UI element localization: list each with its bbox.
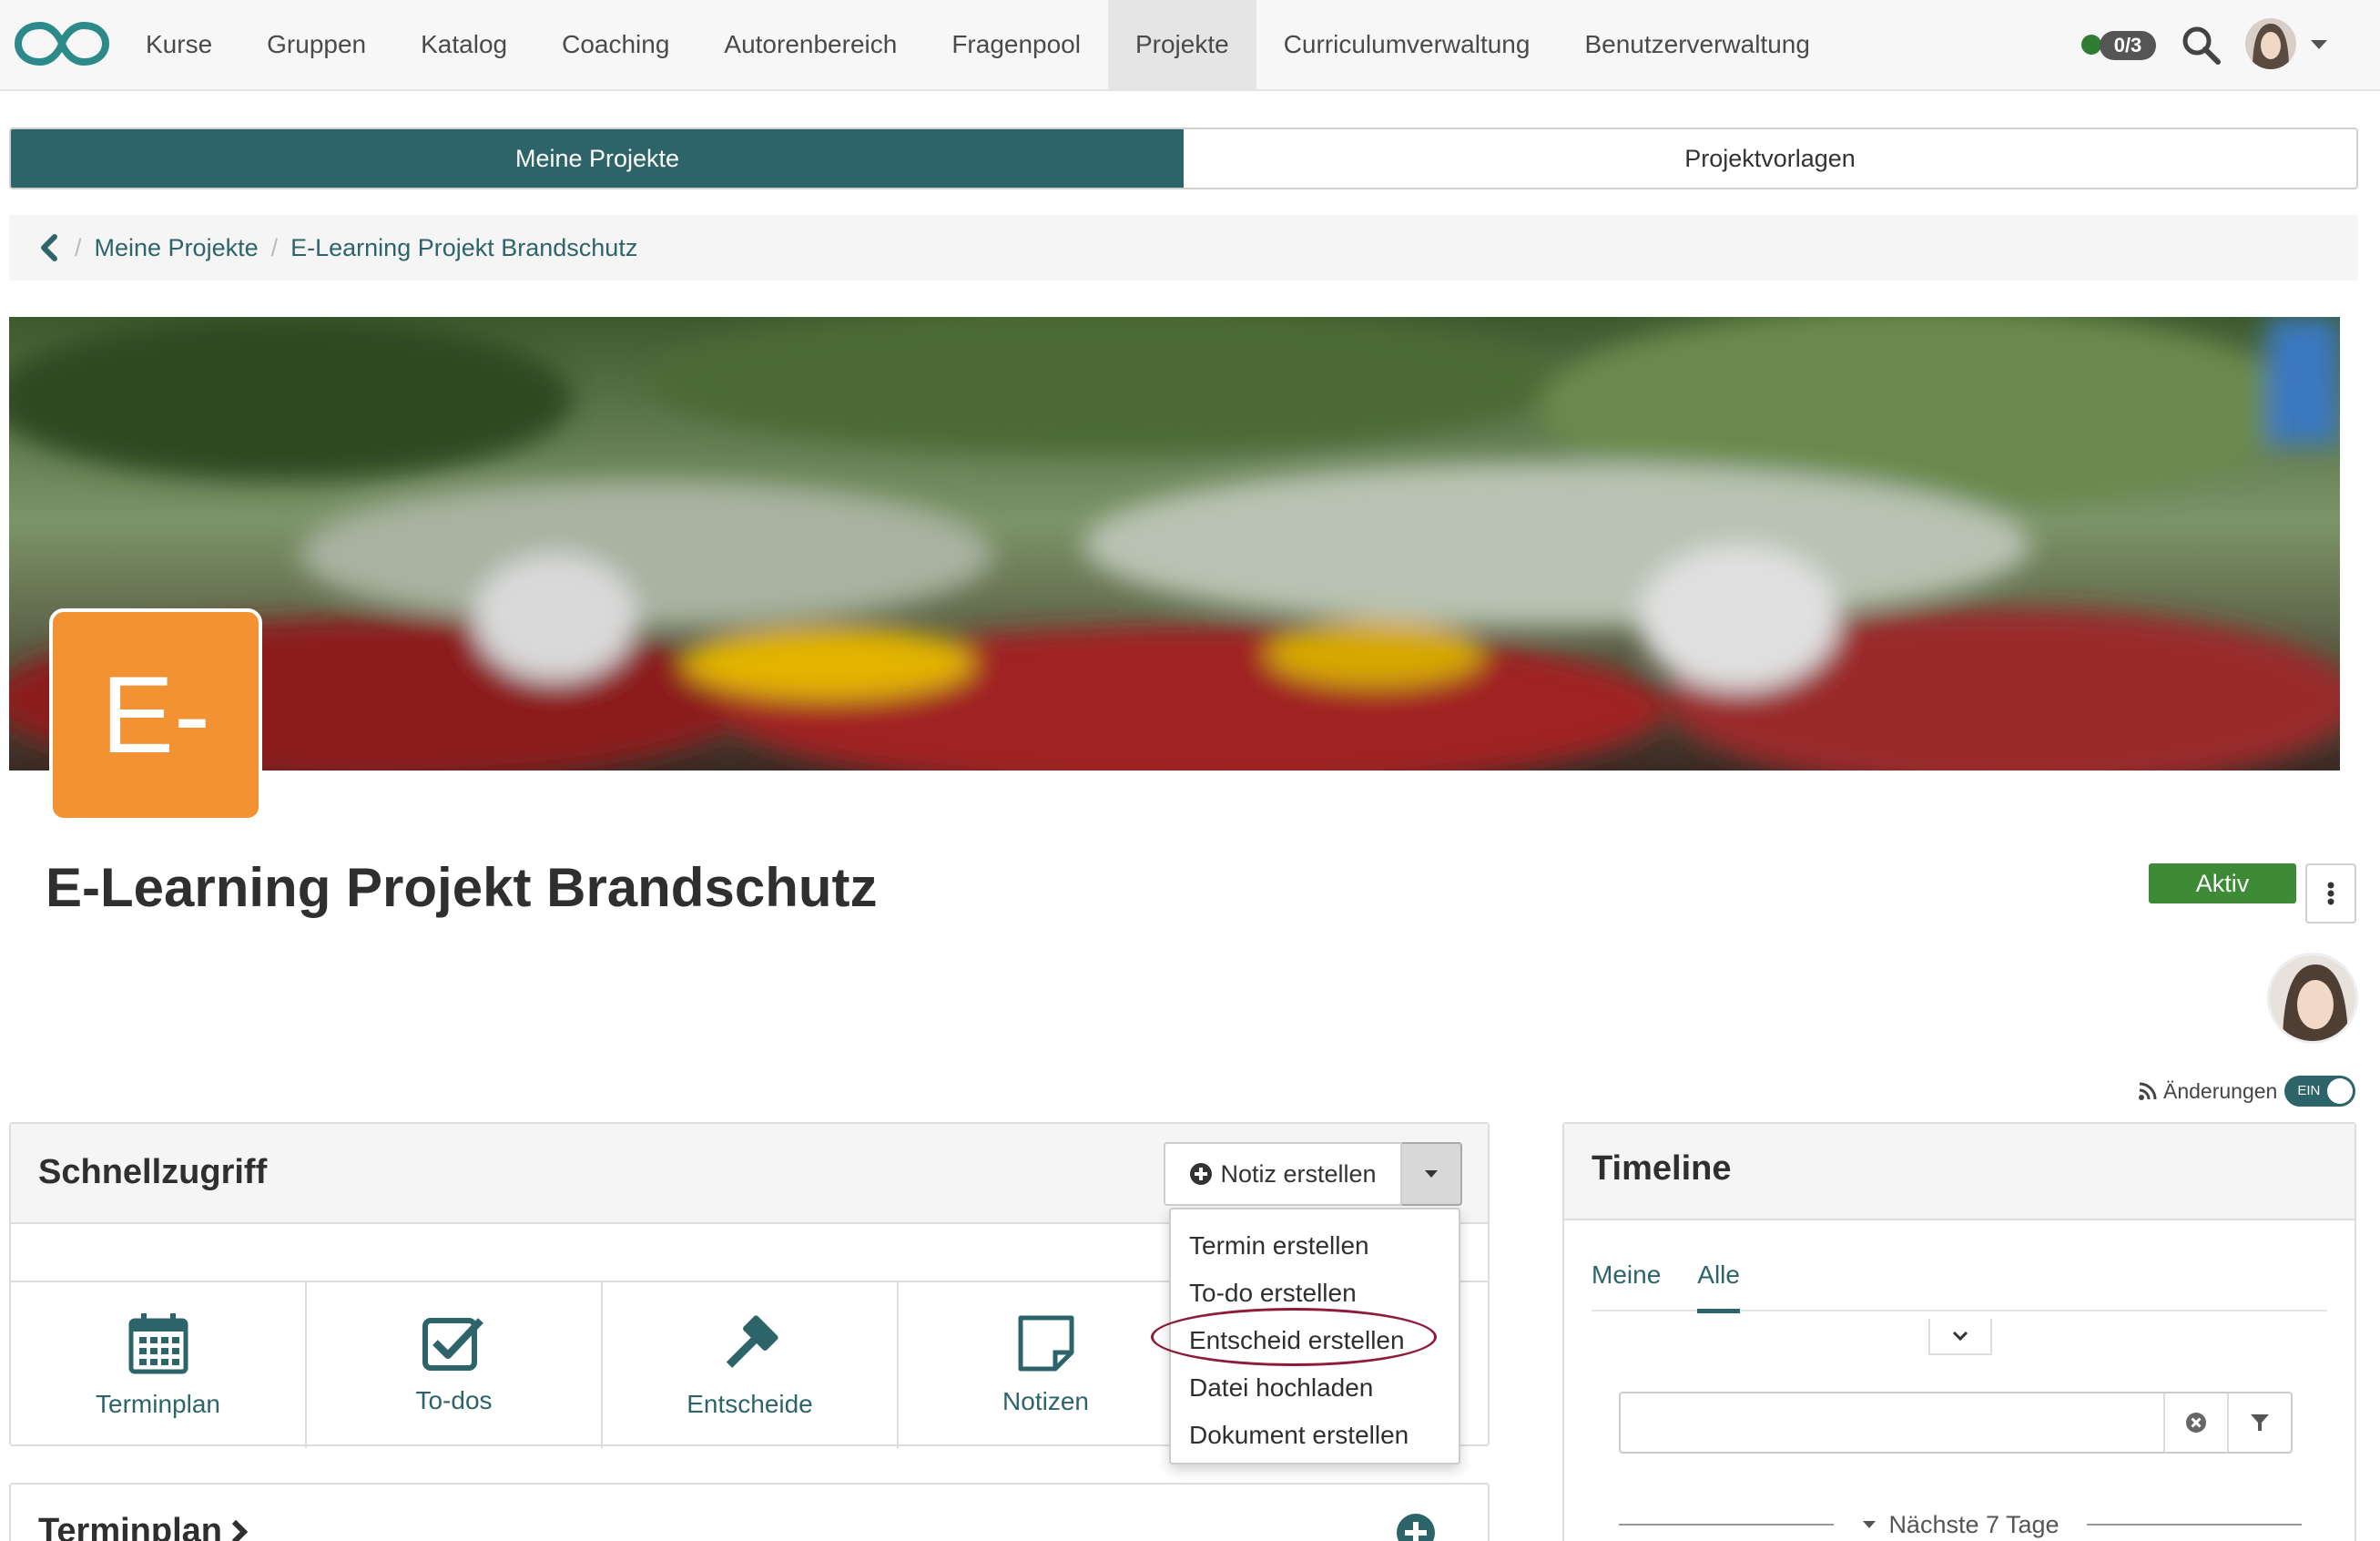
nav-curriculumverwaltung[interactable]: Curriculumverwaltung — [1256, 0, 1558, 89]
timeline-search-input[interactable] — [1621, 1393, 2163, 1452]
toggle-knob — [2327, 1078, 2354, 1104]
create-dropdown-toggle[interactable] — [1402, 1142, 1462, 1206]
filter-button[interactable] — [2227, 1393, 2291, 1452]
changes-feed-toggle: Änderungen EIN — [2138, 1075, 2356, 1107]
schedule-panel: Terminplan — [9, 1483, 1490, 1541]
divider-line — [1619, 1524, 1835, 1526]
section-label: Nächste 7 Tage — [1888, 1510, 2060, 1538]
tab-meine-projekte[interactable]: Meine Projekte — [11, 129, 1184, 188]
tile-todos[interactable]: To-dos — [307, 1282, 603, 1448]
checkbox-checked-icon — [422, 1318, 483, 1371]
user-menu-caret-icon[interactable] — [2311, 40, 2327, 49]
status-badge: Aktiv — [2149, 863, 2296, 903]
calendar-icon — [128, 1313, 188, 1374]
breadcrumb: / Meine Projekte / E-Learning Projekt Br… — [9, 215, 2358, 281]
tile-label: To-dos — [415, 1386, 493, 1414]
sticky-note-icon — [1018, 1315, 1073, 1372]
tab-meine[interactable]: Meine — [1592, 1260, 1661, 1311]
changes-toggle-switch[interactable]: EIN — [2284, 1076, 2356, 1107]
add-appointment-button[interactable] — [1397, 1514, 1435, 1541]
tile-label: Terminplan — [96, 1390, 220, 1418]
openolat-logo-icon[interactable] — [13, 18, 111, 69]
changes-label: Änderungen — [2163, 1078, 2278, 1103]
chevron-right-icon — [231, 1519, 249, 1541]
timeline-section-divider: Nächste 7 Tage — [1619, 1506, 2303, 1541]
tile-notizen[interactable]: Notizen — [899, 1282, 1195, 1448]
tile-label: Notizen — [1002, 1387, 1089, 1415]
nav-katalog[interactable]: Katalog — [393, 0, 534, 89]
menu-item-termin-erstellen[interactable]: Termin erstellen — [1171, 1222, 1459, 1270]
menu-item-datei-hochladen[interactable]: Datei hochladen — [1171, 1364, 1459, 1412]
nav-autorenbereich[interactable]: Autorenbereich — [697, 0, 924, 89]
plus-icon — [1405, 1522, 1427, 1541]
member-avatar[interactable] — [2267, 953, 2358, 1044]
filter-icon — [2251, 1414, 2269, 1431]
clear-circle-icon — [2186, 1413, 2206, 1433]
nav-fragenpool[interactable]: Fragenpool — [924, 0, 1108, 89]
timeline-panel: Timeline Meine Alle Nächste 7 Tage — [1562, 1122, 2356, 1541]
menu-item-entscheid-erstellen[interactable]: Entscheid erstellen — [1171, 1317, 1459, 1364]
create-split-button: Notiz erstellen — [1164, 1142, 1462, 1206]
back-chevron-icon[interactable] — [36, 231, 62, 264]
clear-search-button[interactable] — [2163, 1393, 2227, 1452]
divider-line — [2086, 1524, 2303, 1526]
project-tabs: Meine Projekte Projektvorlagen — [9, 128, 2358, 189]
timeline-expand-button[interactable] — [1928, 1319, 1992, 1355]
tile-label: Entscheide — [687, 1390, 813, 1418]
nav-kurse[interactable]: Kurse — [118, 0, 239, 89]
plus-circle-icon — [1190, 1163, 1213, 1185]
breadcrumb-separator: / — [75, 233, 82, 261]
timeline-tabs: Meine Alle — [1592, 1260, 2327, 1313]
more-options-button[interactable] — [2305, 863, 2356, 924]
menu-item-todo-erstellen[interactable]: To-do erstellen — [1171, 1270, 1459, 1317]
project-title: E-Learning Projekt Brandschutz — [46, 857, 878, 918]
online-counter-badge[interactable]: 0/3 — [2100, 31, 2156, 60]
vertical-ellipsis-icon — [2327, 882, 2334, 905]
toggle-state-label: EIN — [2297, 1083, 2321, 1098]
tab-projektvorlagen[interactable]: Projektvorlagen — [1184, 129, 2356, 188]
tile-terminplan[interactable]: Terminplan — [11, 1282, 307, 1448]
main-menu: Kurse Gruppen Katalog Coaching Autorenbe… — [118, 0, 1837, 89]
chevron-down-icon — [1952, 1331, 1968, 1342]
create-note-button[interactable]: Notiz erstellen — [1164, 1142, 1402, 1206]
user-avatar[interactable] — [2245, 18, 2296, 69]
menu-item-dokument-erstellen[interactable]: Dokument erstellen — [1171, 1412, 1459, 1459]
nav-benutzerverwaltung[interactable]: Benutzerverwaltung — [1557, 0, 1836, 89]
nav-coaching[interactable]: Coaching — [534, 0, 697, 89]
tile-entscheide[interactable]: Entscheide — [603, 1282, 899, 1448]
caret-down-icon — [1425, 1170, 1438, 1178]
nav-projekte[interactable]: Projekte — [1107, 0, 1256, 89]
timeline-header: Timeline — [1564, 1124, 2355, 1220]
search-icon[interactable] — [2180, 24, 2222, 66]
breadcrumb-current-project[interactable]: E-Learning Projekt Brandschutz — [290, 234, 637, 262]
project-header-image — [9, 317, 2340, 770]
rss-icon — [2139, 1082, 2157, 1100]
section-toggle[interactable]: Nächste 7 Tage — [1834, 1511, 2086, 1539]
timeline-title: Timeline — [1592, 1149, 1732, 1188]
nav-gruppen[interactable]: Gruppen — [239, 0, 393, 89]
breadcrumb-separator: / — [270, 233, 279, 261]
create-dropdown-menu: Termin erstellen To-do erstellen Entsche… — [1169, 1208, 1460, 1464]
schedule-title-text: Terminplan — [38, 1512, 222, 1541]
top-navbar: Kurse Gruppen Katalog Coaching Autorenbe… — [0, 0, 2380, 91]
create-note-label: Notiz erstellen — [1220, 1159, 1377, 1188]
breadcrumb-meine-projekte[interactable]: Meine Projekte — [95, 234, 259, 262]
tab-alle[interactable]: Alle — [1697, 1260, 1740, 1313]
quick-access-title: Schnellzugriff — [38, 1153, 268, 1191]
project-initials-tile: E- — [49, 608, 262, 822]
timeline-search — [1619, 1392, 2293, 1454]
gavel-icon — [726, 1315, 778, 1368]
schedule-title[interactable]: Terminplan — [38, 1512, 249, 1541]
caret-down-icon — [1863, 1521, 1877, 1528]
online-status-icon[interactable] — [2081, 35, 2101, 55]
